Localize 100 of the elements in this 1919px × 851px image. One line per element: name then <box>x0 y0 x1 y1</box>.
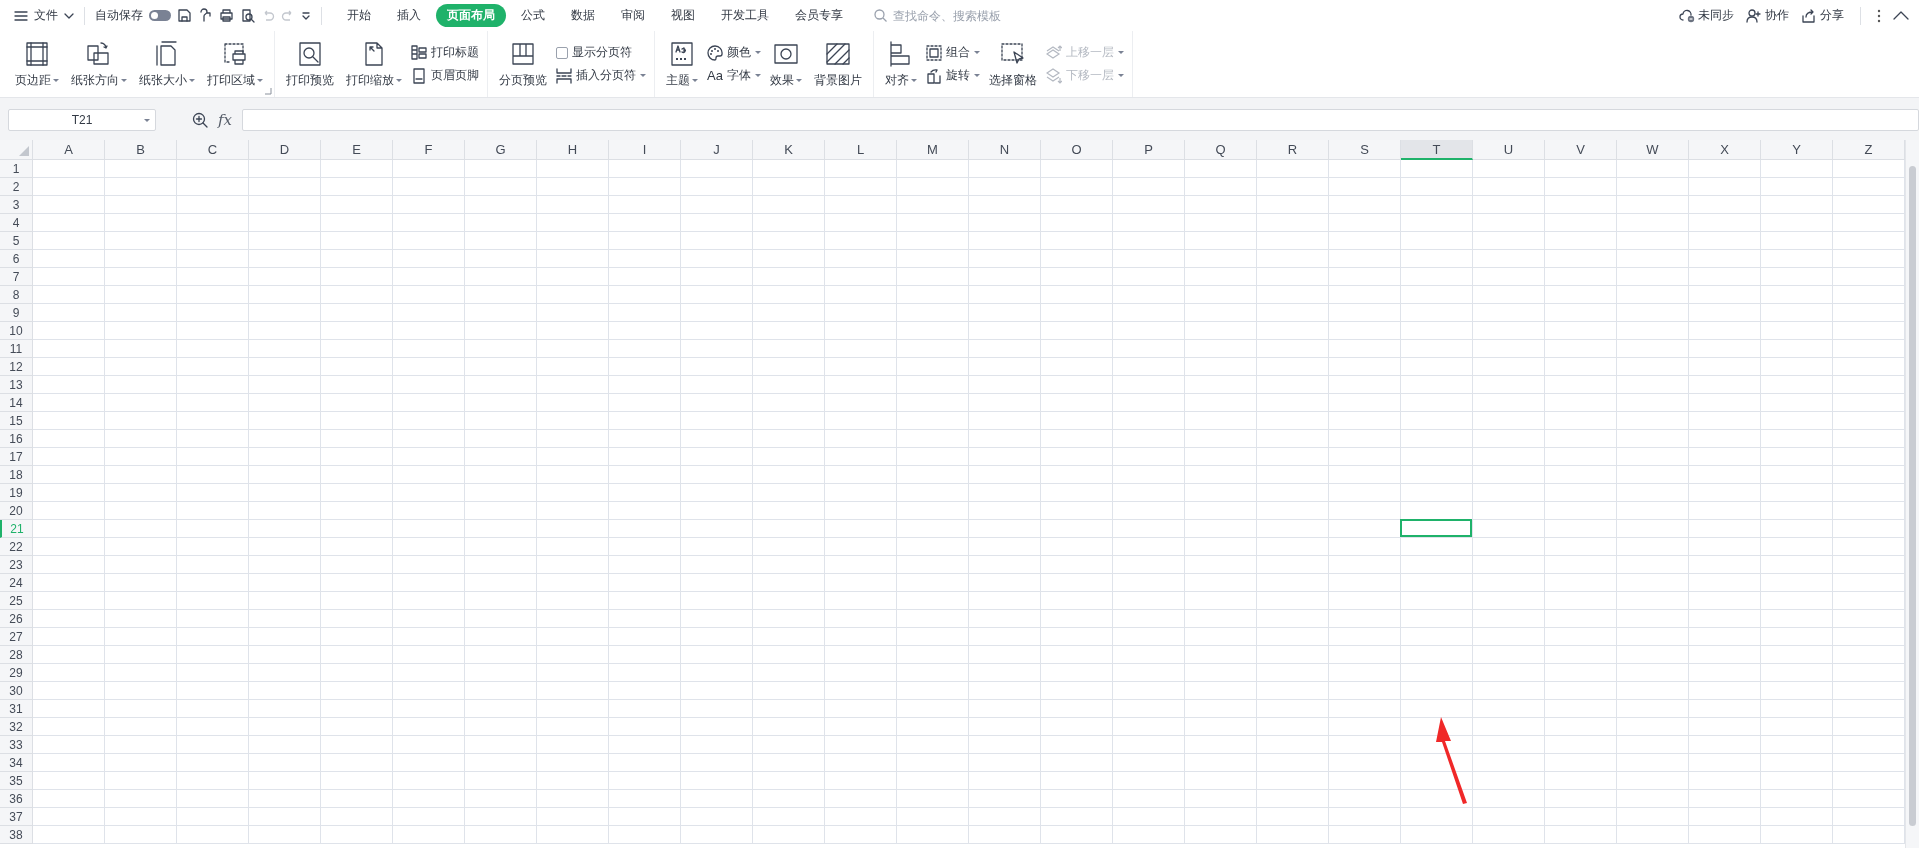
column-header[interactable]: L <box>825 140 897 160</box>
column-header[interactable]: J <box>681 140 753 160</box>
row-header[interactable]: 29 <box>0 664 33 682</box>
row-header[interactable]: 17 <box>0 448 33 466</box>
action-button[interactable]: 协作 <box>1746 7 1789 24</box>
row-header[interactable]: 26 <box>0 610 33 628</box>
ribbon-button[interactable]: 对齐 <box>882 37 920 91</box>
checkbox-option[interactable]: 显示分页符 <box>556 44 646 61</box>
column-header[interactable]: R <box>1257 140 1329 160</box>
row-header[interactable]: 18 <box>0 466 33 484</box>
row-header[interactable]: 28 <box>0 646 33 664</box>
search-field[interactable]: 查找命令、搜索模板 <box>874 7 1045 24</box>
row-header[interactable]: 36 <box>0 790 33 808</box>
ribbon-button[interactable]: 纸张大小 <box>136 37 198 91</box>
ribbon-button[interactable]: 选择窗格 <box>986 37 1040 91</box>
column-header[interactable]: G <box>465 140 537 160</box>
row-header[interactable]: 3 <box>0 196 33 214</box>
column-header[interactable]: D <box>249 140 321 160</box>
ribbon-tab[interactable]: 视图 <box>660 4 706 27</box>
row-header[interactable]: 24 <box>0 574 33 592</box>
row-header[interactable]: 7 <box>0 268 33 286</box>
column-header[interactable]: F <box>393 140 465 160</box>
ribbon-tab[interactable]: 会员专享 <box>784 4 854 27</box>
row-header[interactable]: 1 <box>0 160 33 178</box>
ribbon-button[interactable]: 组合 <box>926 44 980 61</box>
row-header[interactable]: 33 <box>0 736 33 754</box>
row-header[interactable]: 34 <box>0 754 33 772</box>
row-header[interactable]: 15 <box>0 412 33 430</box>
column-header[interactable]: U <box>1473 140 1545 160</box>
ribbon-tab[interactable]: 公式 <box>510 4 556 27</box>
row-header[interactable]: 38 <box>0 826 33 844</box>
column-header[interactable]: T <box>1401 140 1473 160</box>
row-header[interactable]: 22 <box>0 538 33 556</box>
row-header[interactable]: 13 <box>0 376 33 394</box>
row-header[interactable]: 23 <box>0 556 33 574</box>
row-header[interactable]: 37 <box>0 808 33 826</box>
action-button[interactable]: 未同步 <box>1679 7 1734 24</box>
row-header[interactable]: 12 <box>0 358 33 376</box>
ribbon-tab[interactable]: 插入 <box>386 4 432 27</box>
action-button[interactable]: 分享 <box>1801 7 1844 24</box>
column-header[interactable]: N <box>969 140 1041 160</box>
column-header[interactable]: E <box>321 140 393 160</box>
vertical-scrollbar[interactable] <box>1905 140 1919 848</box>
column-header[interactable]: C <box>177 140 249 160</box>
ribbon-tab[interactable]: 数据 <box>560 4 606 27</box>
row-header[interactable]: 31 <box>0 700 33 718</box>
row-header[interactable]: 2 <box>0 178 33 196</box>
column-header[interactable]: K <box>753 140 825 160</box>
row-header[interactable]: 27 <box>0 628 33 646</box>
column-header[interactable]: O <box>1041 140 1113 160</box>
column-header[interactable]: P <box>1113 140 1185 160</box>
row-header[interactable]: 10 <box>0 322 33 340</box>
ribbon-button[interactable]: 主题 <box>663 37 701 91</box>
cell-grid[interactable] <box>33 160 1905 844</box>
row-header[interactable]: 9 <box>0 304 33 322</box>
column-header[interactable]: X <box>1689 140 1761 160</box>
file-menu[interactable]: 文件 <box>34 7 58 24</box>
checkbox[interactable] <box>556 46 568 59</box>
row-header[interactable]: 20 <box>0 502 33 520</box>
ribbon-tab[interactable]: 开始 <box>336 4 382 27</box>
selected-cell[interactable] <box>1400 519 1472 537</box>
ribbon-button[interactable]: 打印标题 <box>411 44 479 61</box>
row-header[interactable]: 6 <box>0 250 33 268</box>
ribbon-button[interactable]: 旋转 <box>926 67 980 84</box>
autosave-toggle[interactable] <box>149 10 171 21</box>
row-header[interactable]: 5 <box>0 232 33 250</box>
ribbon-button[interactable]: 分页预览 <box>496 37 550 91</box>
row-header[interactable]: 14 <box>0 394 33 412</box>
row-header[interactable]: 30 <box>0 682 33 700</box>
ribbon-button[interactable]: 页眉页脚 <box>411 67 479 84</box>
ribbon-button[interactable]: 背景图片 <box>811 37 865 91</box>
ribbon-button[interactable]: 颜色 <box>707 44 761 61</box>
column-header[interactable]: Q <box>1185 140 1257 160</box>
ribbon-button[interactable]: 打印区域 <box>204 37 266 91</box>
column-header[interactable]: Y <box>1761 140 1833 160</box>
column-header[interactable]: W <box>1617 140 1689 160</box>
column-header[interactable]: A <box>33 140 105 160</box>
row-header[interactable]: 11 <box>0 340 33 358</box>
ribbon-button[interactable]: 打印缩放 <box>343 37 405 91</box>
ribbon-tab[interactable]: 开发工具 <box>710 4 780 27</box>
ribbon-button[interactable]: 纸张方向 <box>68 37 130 91</box>
scroll-thumb[interactable] <box>1909 166 1916 826</box>
row-header[interactable]: 16 <box>0 430 33 448</box>
column-header[interactable]: B <box>105 140 177 160</box>
row-header[interactable]: 8 <box>0 286 33 304</box>
column-header[interactable]: M <box>897 140 969 160</box>
ribbon-tab[interactable]: 审阅 <box>610 4 656 27</box>
row-header[interactable]: 25 <box>0 592 33 610</box>
column-header[interactable]: I <box>609 140 681 160</box>
function-label[interactable]: fx <box>218 111 232 129</box>
row-header[interactable]: 4 <box>0 214 33 232</box>
column-header[interactable]: V <box>1545 140 1617 160</box>
ribbon-button[interactable]: 插入分页符 <box>556 67 646 84</box>
row-header[interactable]: 35 <box>0 772 33 790</box>
row-header[interactable]: 19 <box>0 484 33 502</box>
formula-input[interactable] <box>242 109 1919 131</box>
row-header[interactable]: 32 <box>0 718 33 736</box>
column-header[interactable]: H <box>537 140 609 160</box>
ribbon-button[interactable]: 效果 <box>767 37 805 91</box>
ribbon-button[interactable]: Aa 字体 <box>707 67 761 84</box>
